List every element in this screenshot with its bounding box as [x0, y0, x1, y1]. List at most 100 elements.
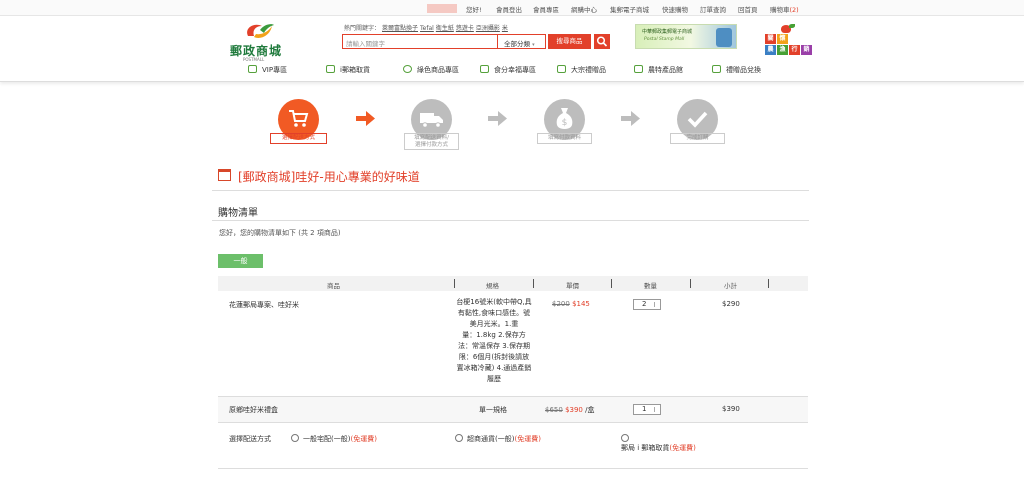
home-link[interactable]: 回首頁	[738, 4, 758, 14]
leaf-icon	[789, 24, 795, 28]
hot-keywords-label: 熱門關鍵字：	[344, 25, 381, 32]
stamp-mall-link[interactable]: 集郵電子商城	[610, 4, 649, 14]
logo-char: 關	[765, 34, 776, 44]
unit-price: $200 $145	[552, 300, 590, 308]
spec-line: 法：常溫保存 3.保存期	[458, 342, 530, 350]
logo-char: 行	[789, 45, 800, 55]
logo-char: 漁	[777, 45, 788, 55]
col-header-product: 商品	[327, 282, 340, 290]
shopping-center-link[interactable]: 網購中心	[571, 4, 597, 14]
nav-label: 大宗禮贈品	[571, 66, 606, 74]
search-icon	[596, 36, 608, 47]
divider	[212, 220, 809, 221]
cart-link[interactable]: 購物車(2)	[770, 4, 799, 14]
check-icon	[687, 111, 708, 128]
group-tag: 一般	[218, 254, 263, 268]
subtotal: $390	[722, 405, 740, 413]
nav-label: 食分幸福專區	[494, 66, 536, 74]
category-select[interactable]: 全部分類 ▾	[498, 34, 546, 49]
step-arrow-icon	[488, 111, 507, 126]
nav-vip[interactable]: VIP專區	[248, 64, 287, 76]
product-name[interactable]: 花蓮郵局專案、哇好米	[229, 300, 299, 310]
nav-label: i郵箱取貨	[340, 66, 370, 74]
delivery-radio-home[interactable]	[291, 434, 299, 442]
col-separator	[690, 279, 691, 288]
nav-label: 農特產品館	[648, 66, 683, 74]
cart-count: (2)	[789, 6, 799, 14]
step-arrow-active-icon	[356, 111, 375, 126]
delivery-option-text: 一般宅配(一般)	[303, 435, 351, 443]
cart-icon	[289, 110, 309, 127]
spec-line: 限：6個月(拆封後請放	[458, 353, 530, 361]
nav-food-happiness[interactable]: 食分幸福專區	[480, 64, 536, 76]
hot-keyword[interactable]: 衛生紙	[436, 25, 454, 32]
spec-line: 量：1.8kg 2.保存方	[462, 331, 526, 339]
col-separator	[768, 279, 769, 288]
col-header-spec: 規格	[486, 282, 499, 290]
sale-price: $390	[565, 406, 583, 414]
hot-keyword[interactable]: 悠遊卡	[456, 25, 474, 32]
gift-icon	[557, 65, 566, 73]
quantity-stepper[interactable]: 2	[633, 299, 661, 310]
col-header-qty: 數量	[644, 282, 657, 290]
hot-keyword[interactable]: 米	[502, 25, 508, 32]
delivery-fee: (免運費)	[514, 435, 541, 443]
nav-farm-products[interactable]: 農特產品館	[634, 64, 683, 76]
step-4-label: 完成訂購	[670, 133, 725, 144]
price-unit: /盒	[585, 406, 595, 414]
delivery-radio-imailbox[interactable]	[621, 434, 629, 442]
banner-slogan: Postal Stamp Mall	[644, 37, 685, 42]
logo-char: 懷	[777, 34, 788, 44]
username-badge	[427, 4, 457, 13]
spec-line: 有黏性,食味口感佳。號	[457, 309, 531, 317]
product-name[interactable]: 原鄉哇好米禮盒	[229, 405, 278, 415]
hot-keywords: 熱門關鍵字： 萊爾富點換子 Tefal 衛生紙 悠遊卡 亞洲攝影米	[344, 23, 508, 32]
nav-green-products[interactable]: 綠色商品專區	[403, 64, 459, 76]
search-input[interactable]: 請輸入關鍵字	[342, 34, 498, 49]
gift-icon	[712, 65, 721, 73]
nav-label: VIP專區	[262, 66, 288, 74]
quantity-stepper[interactable]: 1	[633, 404, 661, 415]
nav-imailbox[interactable]: i郵箱取貨	[326, 64, 370, 76]
unit-price: $650 $390 /盒	[545, 405, 594, 415]
col-separator	[533, 279, 534, 288]
stamp-mall-banner[interactable]: 中華郵政集郵電子商城 Postal Stamp Mall	[635, 24, 737, 49]
category-select-value: 全部分類	[504, 40, 530, 48]
col-separator	[454, 279, 455, 288]
hot-keyword[interactable]: Tefal	[420, 25, 434, 32]
nav-gift-exchange[interactable]: 禮贈品兌換	[712, 64, 761, 76]
order-query-link[interactable]: 訂單查詢	[700, 4, 726, 14]
member-area-link[interactable]: 會員專區	[533, 4, 559, 14]
cart-summary-text: 您好，您的購物清單如下 (共 2 項商品)	[219, 229, 341, 237]
logout-link[interactable]: 會員登出	[496, 4, 522, 14]
greeting-text: 您好!	[466, 6, 482, 14]
search-icon-button[interactable]	[594, 34, 610, 49]
table-row	[218, 396, 808, 423]
logo-char: 農	[765, 45, 776, 55]
delivery-option-imailbox[interactable]: 郵局 i 郵箱取貨(免運費)	[621, 443, 696, 453]
product-spec: 單一規格	[479, 406, 507, 414]
step-1-label: 選擇配送方式	[270, 133, 327, 144]
product-spec: 台梗16號米(軟中帶Q,具 有黏性,食味口感佳。號 美月光米。1.重 量：1.8…	[453, 297, 535, 385]
divider	[212, 190, 809, 191]
nav-bulk-gifts[interactable]: 大宗禮贈品	[557, 64, 606, 76]
step-label-line: 選擇配送方式	[281, 135, 315, 141]
banner-title: 中華郵政集郵電子商城	[642, 29, 693, 35]
nav-label: 禮贈品兌換	[726, 66, 761, 74]
delivery-option-text: 郵局 i 郵箱取貨	[621, 444, 670, 452]
original-price: $200	[552, 300, 570, 308]
delivery-radio-store[interactable]	[455, 434, 463, 442]
hot-keyword[interactable]: 亞洲攝影	[476, 25, 500, 32]
chevron-down-icon: ▾	[532, 42, 535, 48]
delivery-option-store[interactable]: 超商通貨(一般)(免運費)	[467, 434, 541, 444]
quick-buy-link[interactable]: 快速購物	[662, 4, 688, 14]
site-logo[interactable]: 郵政商城 POSTMALL	[228, 20, 290, 62]
logo-subtext: POSTMALL	[243, 57, 265, 62]
farm-marketing-logo[interactable]: 關 懷 農 漁 行 銷	[763, 24, 813, 55]
hot-keyword[interactable]: 萊爾富點換子	[382, 25, 418, 32]
delivery-option-home[interactable]: 一般宅配(一般)(免運費)	[303, 434, 377, 444]
step-label-line: 完成訂購	[686, 135, 709, 141]
search-products-button[interactable]: 搜尋商品	[548, 34, 591, 49]
step-2-label: 填寫配送資料/選擇付款方式	[404, 133, 459, 150]
cart-title: 購物清單	[218, 208, 258, 219]
